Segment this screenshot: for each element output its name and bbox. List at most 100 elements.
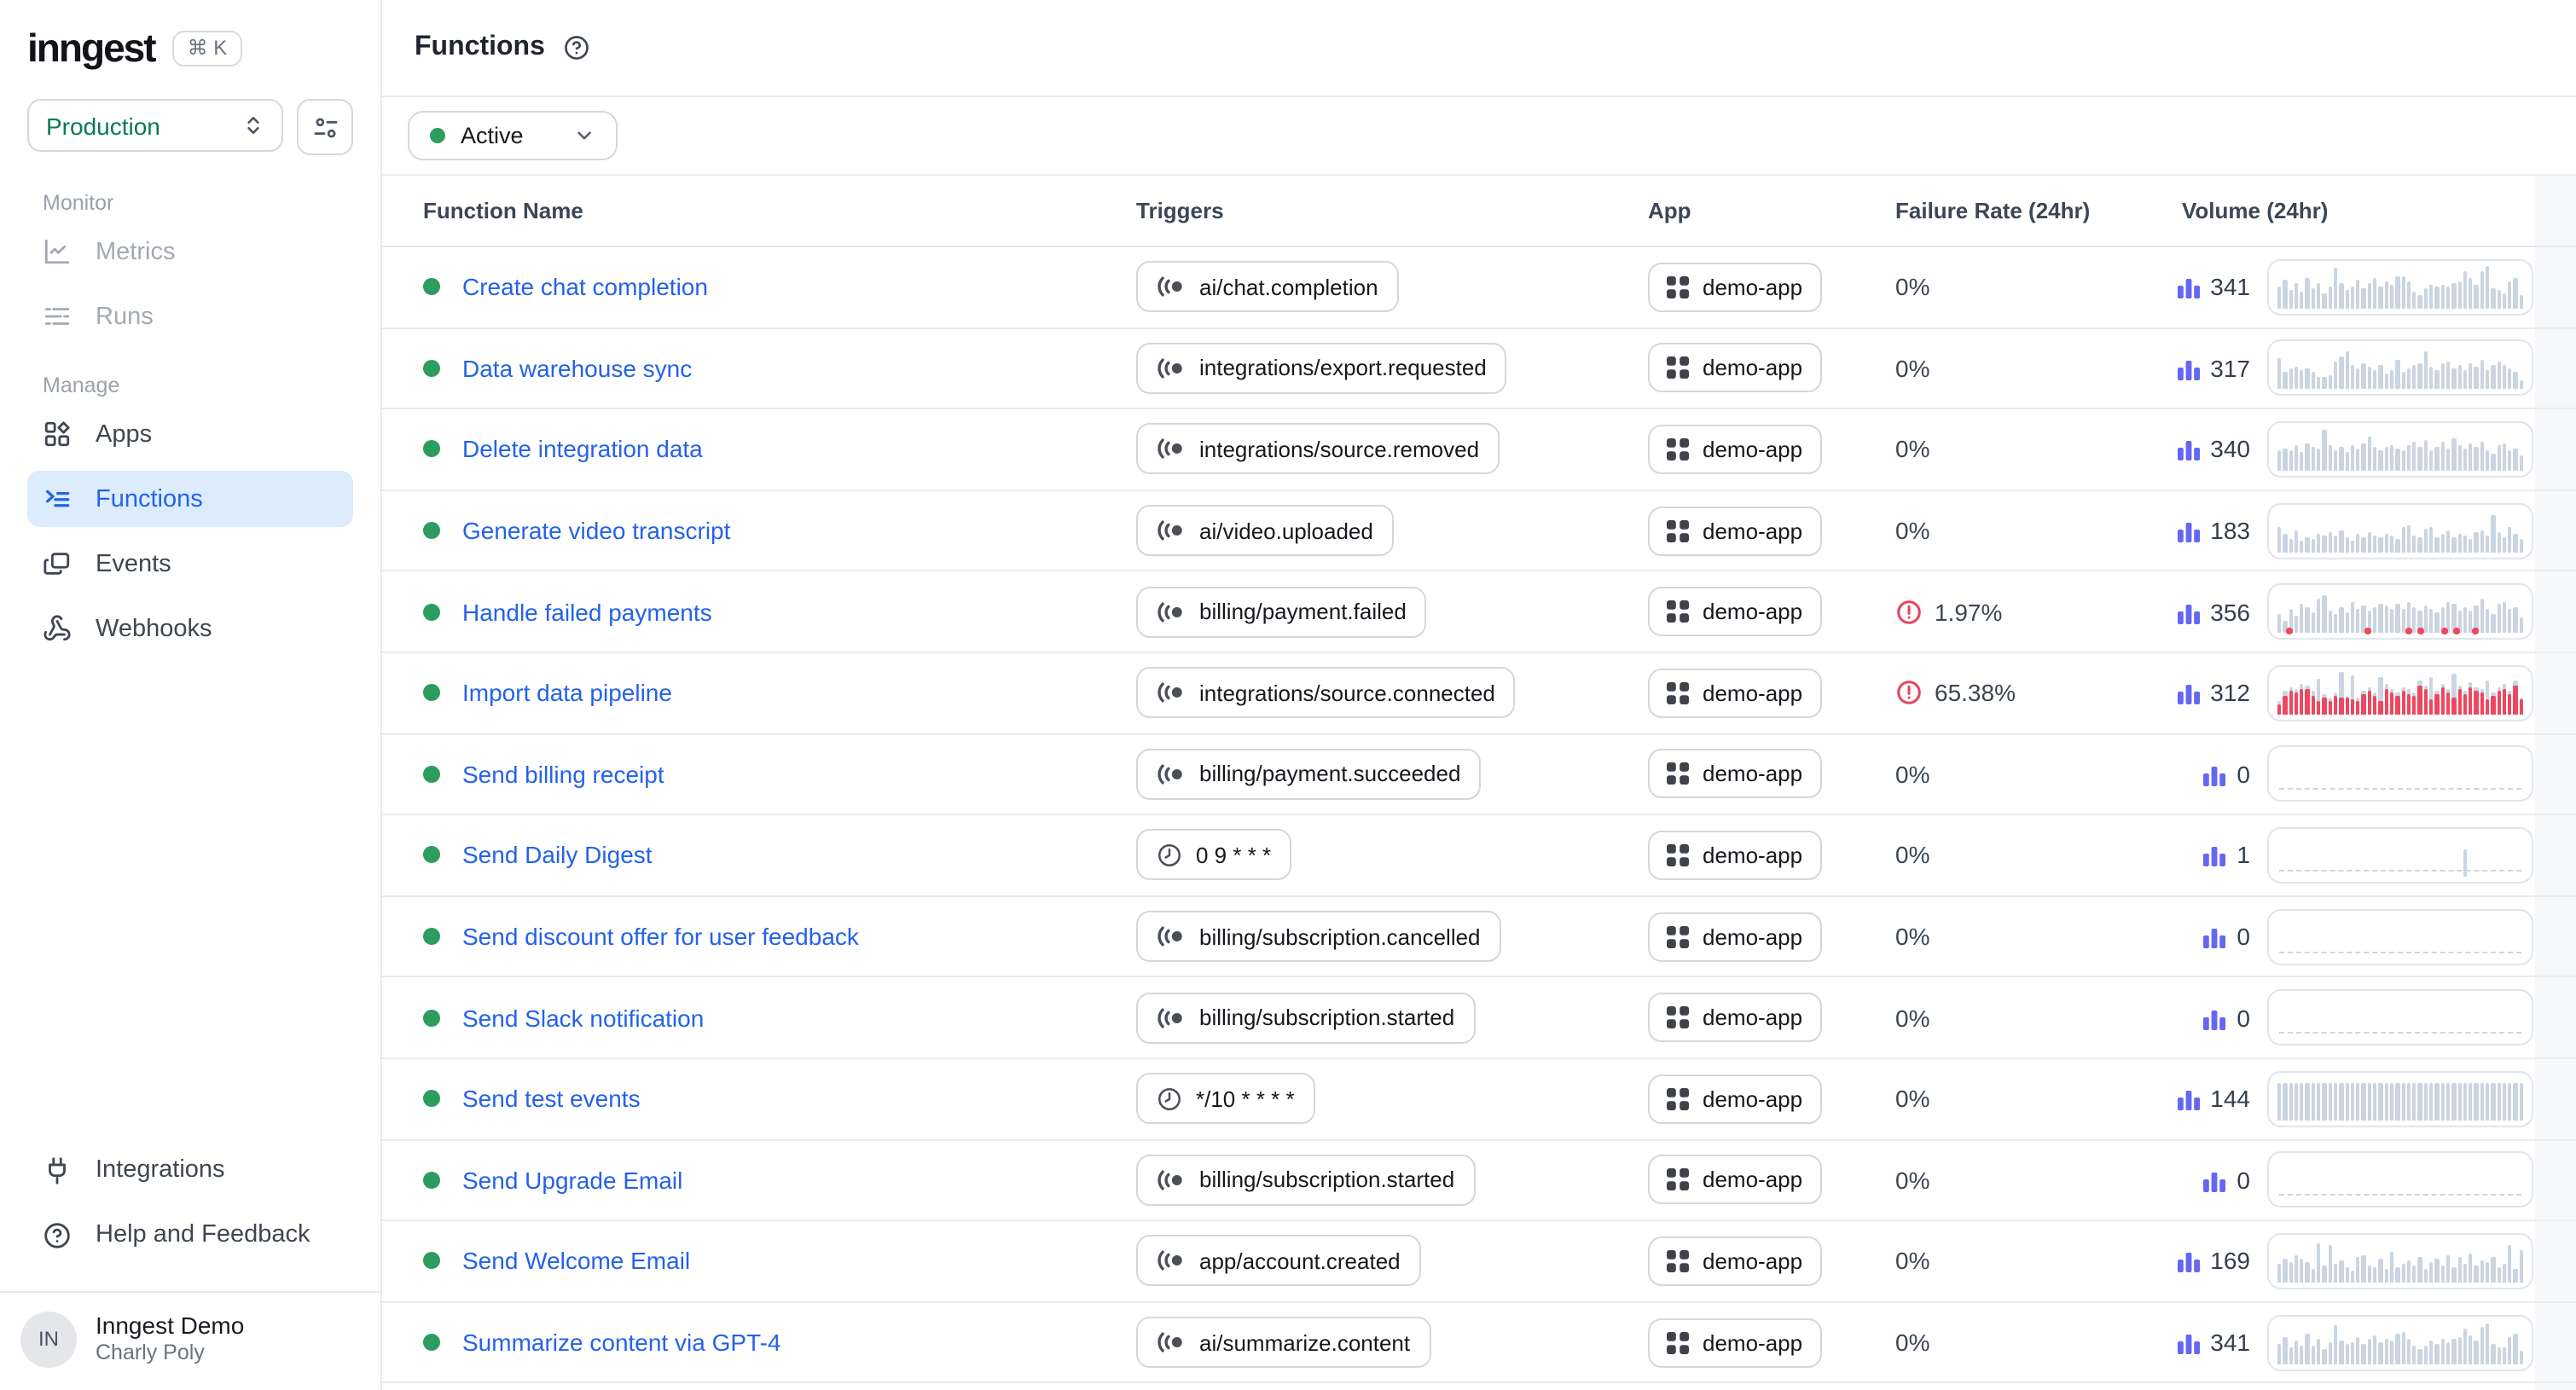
event-icon	[1157, 926, 1186, 947]
trigger-badge: */10 * * * *	[1136, 1073, 1315, 1124]
spark-bar	[2492, 613, 2496, 633]
spark-bar	[2463, 1328, 2468, 1364]
sidebar-item-help[interactable]: Help and Feedback	[27, 1208, 353, 1264]
app-badge[interactable]: demo-app	[1648, 1155, 1821, 1205]
spark-bar	[2474, 1340, 2479, 1364]
sidebar-item-events[interactable]: Events	[27, 536, 353, 592]
function-row[interactable]: Send Daily Digest 0 9 * * * demo-app 0% …	[382, 815, 2576, 896]
function-row[interactable]: Send test events */10 * * * * demo-app 0…	[382, 1059, 2576, 1140]
app-grid-icon	[1667, 1169, 1689, 1191]
spark-bar	[2362, 1082, 2366, 1120]
spark-bar	[2390, 609, 2394, 633]
spark-bar	[2384, 1270, 2388, 1283]
sidebar-item-functions[interactable]: Functions	[27, 471, 353, 527]
app-badge[interactable]: demo-app	[1648, 912, 1821, 961]
function-name-link[interactable]: Send test events	[462, 1085, 641, 1112]
function-row[interactable]: Create chat completion ai/chat.completio…	[382, 247, 2576, 328]
environment-settings-button[interactable]	[297, 99, 353, 155]
spark-bar	[2317, 1082, 2321, 1120]
function-row[interactable]: Send Slack notification billing/subscrip…	[382, 978, 2576, 1059]
app-badge[interactable]: demo-app	[1648, 669, 1821, 718]
spark-bar	[2412, 1346, 2416, 1364]
function-row[interactable]: Summarize content via GPT-4 ai/summarize…	[382, 1302, 2576, 1383]
function-name-link[interactable]: Import data pipeline	[462, 680, 672, 707]
function-row[interactable]: Delete integration data integrations/sou…	[382, 409, 2576, 490]
app-badge[interactable]: demo-app	[1648, 1318, 1821, 1367]
spark-bar	[2474, 285, 2479, 309]
sidebar-item-webhooks[interactable]: Webhooks	[27, 600, 353, 657]
function-name-link[interactable]: Create chat completion	[462, 274, 708, 301]
app-badge[interactable]: demo-app	[1648, 425, 1821, 474]
function-row[interactable]: Send Upgrade Email billing/subscription.…	[382, 1140, 2576, 1221]
page-header: Functions	[382, 0, 2576, 97]
spark-bar	[2334, 268, 2338, 309]
event-icon	[1157, 439, 1186, 460]
sidebar-item-runs[interactable]: Runs	[27, 288, 353, 345]
app-badge[interactable]: demo-app	[1648, 344, 1821, 393]
spark-bar	[2469, 444, 2473, 471]
app-badge[interactable]: demo-app	[1648, 1074, 1821, 1123]
page-help-icon[interactable]	[564, 34, 591, 61]
function-row[interactable]: Send billing receipt billing/payment.suc…	[382, 734, 2576, 815]
function-name-link[interactable]: Send discount offer for user feedback	[462, 923, 859, 950]
function-name-link[interactable]: Send billing receipt	[462, 761, 664, 788]
function-name-link[interactable]: Send Slack notification	[462, 1004, 704, 1031]
function-name-link[interactable]: Send Daily Digest	[462, 842, 653, 869]
app-badge[interactable]: demo-app	[1648, 993, 1821, 1042]
column-header-app: App	[1648, 198, 1895, 223]
column-header-triggers: Triggers	[1136, 198, 1648, 223]
spark-bar	[2334, 614, 2338, 633]
sidebar-item-metrics[interactable]: Metrics	[27, 223, 353, 280]
app-grid-icon	[1667, 357, 1689, 379]
spark-bar	[2356, 449, 2360, 471]
spark-bar	[2469, 279, 2473, 309]
app-badge[interactable]: demo-app	[1648, 1237, 1821, 1286]
profile-menu[interactable]: IN Inngest Demo Charly Poly	[0, 1291, 380, 1390]
app-grid-icon	[1667, 276, 1689, 298]
app-badge[interactable]: demo-app	[1648, 506, 1821, 555]
spark-bar	[2497, 1347, 2501, 1364]
spark-bar	[2492, 1082, 2496, 1120]
function-name-link[interactable]: Send Welcome Email	[462, 1248, 690, 1275]
function-row[interactable]: Send discount offer for user feedback bi…	[382, 897, 2576, 978]
spark-bar	[2300, 370, 2304, 390]
spark-bar	[2423, 1269, 2428, 1283]
function-name-link[interactable]: Handle failed payments	[462, 598, 712, 625]
trigger-badge: 0 9 * * *	[1136, 830, 1291, 881]
spark-bar	[2418, 295, 2422, 309]
function-name-link[interactable]: Delete integration data	[462, 436, 703, 463]
bar-chart-icon	[2176, 681, 2200, 705]
bar-chart-icon	[2202, 762, 2226, 786]
function-name-link[interactable]: Summarize content via GPT-4	[462, 1329, 781, 1356]
spark-bar	[2503, 1347, 2507, 1364]
spark-bar	[2412, 365, 2416, 390]
spark-bar	[2295, 446, 2299, 471]
spark-bar	[2379, 450, 2383, 471]
status-filter-dropdown[interactable]: Active	[408, 111, 618, 160]
sidebar-item-apps[interactable]: Apps	[27, 406, 353, 462]
function-name-link[interactable]: Data warehouse sync	[462, 355, 692, 382]
app-badge[interactable]: demo-app	[1648, 831, 1821, 880]
app-badge[interactable]: demo-app	[1648, 587, 1821, 636]
spark-bar	[2492, 454, 2496, 471]
failure-rate: 0%	[1895, 274, 2151, 301]
function-name-link[interactable]: Send Upgrade Email	[462, 1167, 682, 1194]
app-badge[interactable]: demo-app	[1648, 263, 1821, 312]
sidebar-item-integrations[interactable]: Integrations	[27, 1143, 353, 1199]
environment-select[interactable]: Production	[27, 99, 283, 152]
spark-bar	[2497, 532, 2501, 552]
function-row[interactable]: Import data pipeline integrations/source…	[382, 653, 2576, 734]
inngest-logo[interactable]: inngest	[27, 26, 155, 72]
function-row[interactable]: Send Welcome Email app/account.created d…	[382, 1221, 2576, 1302]
spark-bar	[2508, 369, 2512, 390]
spark-bar	[2451, 675, 2456, 715]
function-row[interactable]: Generate video transcript ai/video.uploa…	[382, 491, 2576, 572]
spark-bar	[2486, 1323, 2490, 1364]
spark-bar	[2362, 1344, 2366, 1364]
function-row[interactable]: Handle failed payments billing/payment.f…	[382, 572, 2576, 653]
function-row[interactable]: Data warehouse sync integrations/export.…	[382, 328, 2576, 409]
command-k-shortcut[interactable]: ⌘ K	[172, 31, 243, 67]
function-name-link[interactable]: Generate video transcript	[462, 517, 730, 544]
app-badge[interactable]: demo-app	[1648, 750, 1821, 799]
spark-bar	[2451, 537, 2456, 552]
